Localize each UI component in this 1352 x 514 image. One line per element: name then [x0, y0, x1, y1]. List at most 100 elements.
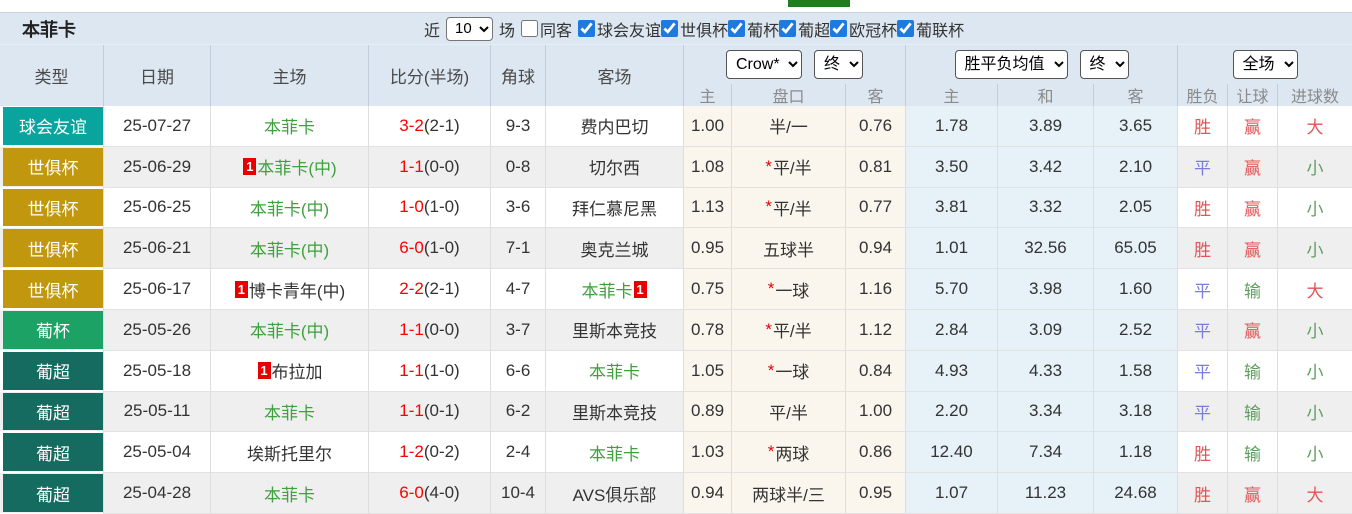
corners-cell: 7-1 — [490, 228, 545, 270]
odds-home-cell: 0.75 — [683, 269, 731, 310]
home-team-cell: 1 布拉加 — [210, 350, 368, 392]
competition-type-badge: 球会友谊 — [3, 107, 103, 145]
team-name: 本菲卡 — [264, 118, 315, 138]
avg-away-cell: 24.68 — [1093, 473, 1177, 514]
date-cell: 25-05-26 — [103, 309, 210, 351]
matches-label: 场 — [499, 22, 516, 40]
competition-checkbox-1[interactable] — [661, 20, 679, 37]
away-team-cell: 费内巴切 — [545, 106, 683, 147]
odds-home-cell: 1.03 — [683, 432, 731, 474]
away-team-cell: 奥克兰城 — [545, 228, 683, 270]
home-team-cell: 本菲卡(中) — [210, 187, 368, 229]
odds-away-cell: 1.00 — [845, 391, 905, 433]
competition-type-badge: 葡超 — [3, 474, 103, 512]
odds-home-cell: 1.05 — [683, 350, 731, 392]
corners-cell: 3-7 — [490, 309, 545, 351]
subcol-avg-draw: 和 — [997, 84, 1093, 106]
avg-home-cell: 3.50 — [905, 146, 997, 188]
result-wdl-cell: 胜 — [1177, 432, 1227, 474]
bookmaker-select[interactable]: Crow* — [726, 50, 802, 79]
result-goals-cell: 小 — [1277, 228, 1352, 270]
subcol-goals: 进球数 — [1277, 84, 1352, 106]
match-row: 葡超 25-04-28 本菲卡 6-0 (4-0) 10-4 AVS俱乐部 0.94 两球半/三… — [0, 473, 1352, 514]
competition-checkbox-0[interactable] — [578, 20, 596, 37]
team-name: 费内巴切 — [580, 118, 649, 138]
subcol-handicap: 盘口 — [731, 84, 845, 106]
team-name: 本菲卡 — [589, 363, 640, 383]
competition-type-cell: 世俱杯 — [0, 269, 103, 310]
avg-odds-select[interactable]: 胜平负均值 — [954, 50, 1068, 79]
filter-bar: 近 10 场 同客 球会友谊 世俱杯 葡杯 葡超 欧冠杯 葡联杯 — [424, 12, 964, 45]
competition-checkbox-4[interactable] — [830, 20, 848, 37]
avg-home-cell: 2.20 — [905, 391, 997, 433]
handicap-cell: * 平/半 — [731, 146, 845, 188]
competition-type-cell: 葡超 — [0, 392, 103, 433]
home-team-cell: 1 博卡青年(中) — [210, 269, 368, 310]
odds-time-select[interactable]: 终 — [814, 50, 863, 79]
avg-time-select[interactable]: 终 — [1079, 50, 1129, 79]
recent-count-select[interactable]: 10 — [446, 16, 494, 41]
odds-home-cell: 1.00 — [683, 106, 731, 147]
result-handicap-cell: 赢 — [1227, 106, 1277, 147]
result-goals-cell: 大 — [1277, 106, 1352, 147]
match-row: 世俱杯 25-06-29 1 本菲卡(中) 1-1 (0-0) 0-8 切尔西 1.08 * 平/半… — [0, 146, 1352, 188]
odds-home-cell: 1.08 — [683, 146, 731, 188]
handicap-cell: * 两球 — [731, 432, 845, 474]
score-cell: 1-1 (0-1) — [368, 391, 490, 433]
date-cell: 25-06-17 — [103, 269, 210, 310]
team-name: 拜仁慕尼黑 — [572, 199, 657, 219]
competition-checkbox-2[interactable] — [728, 20, 746, 37]
odds-away-cell: 0.95 — [845, 473, 905, 514]
home-team-cell: 本菲卡 — [210, 391, 368, 433]
near-label: 近 — [424, 22, 441, 40]
competition-type-badge: 世俱杯 — [3, 188, 103, 227]
avg-draw-cell: 3.89 — [997, 106, 1093, 147]
corners-cell: 10-4 — [490, 473, 545, 514]
date-cell: 25-05-11 — [103, 391, 210, 433]
odds-home-cell: 0.78 — [683, 309, 731, 351]
home-team-cell: 本菲卡(中) — [210, 228, 368, 270]
avg-home-cell: 4.93 — [905, 350, 997, 392]
corners-cell: 6-2 — [490, 391, 545, 433]
date-cell: 25-06-21 — [103, 228, 210, 270]
same-away-checkbox[interactable] — [521, 20, 539, 37]
handicap-cell: * 一球 — [731, 350, 845, 392]
match-row: 葡超 25-05-04 埃斯托里尔 1-2 (0-2) 2-4 本菲卡 1.03 * 两球 0.86… — [0, 432, 1352, 474]
result-wdl-cell: 平 — [1177, 391, 1227, 433]
col-header-home: 主场 — [210, 45, 368, 106]
col-header-score: 比分(半场) — [368, 45, 490, 106]
team-name: 本菲卡(中) — [249, 322, 330, 342]
handicap-cell: * 一球 — [731, 269, 845, 310]
scope-select[interactable]: 全场 — [1232, 50, 1298, 79]
date-cell: 25-07-27 — [103, 106, 210, 147]
corners-cell: 6-6 — [490, 350, 545, 392]
avg-away-cell: 1.18 — [1093, 432, 1177, 474]
result-handicap-cell: 输 — [1227, 350, 1277, 392]
subcol-handicap-result: 让球 — [1227, 84, 1277, 106]
odds-away-cell: 0.77 — [845, 187, 905, 229]
date-cell: 25-06-25 — [103, 187, 210, 229]
result-goals-cell: 小 — [1277, 309, 1352, 351]
subcol-odds-away: 客 — [845, 84, 905, 106]
result-goals-cell: 小 — [1277, 391, 1352, 433]
avg-draw-cell: 3.34 — [997, 391, 1093, 433]
competition-checkbox-3[interactable] — [779, 20, 797, 37]
away-team-cell: AVS俱乐部 — [545, 473, 683, 514]
result-handicap-cell: 赢 — [1227, 228, 1277, 270]
result-handicap-cell: 输 — [1227, 269, 1277, 310]
result-goals-cell: 小 — [1277, 432, 1352, 474]
top-strip — [0, 0, 1352, 12]
result-goals-cell: 大 — [1277, 473, 1352, 514]
competition-filters: 球会友谊 世俱杯 葡杯 葡超 欧冠杯 葡联杯 — [578, 17, 964, 41]
corners-cell: 0-8 — [490, 146, 545, 188]
handicap-cell: 五球半 — [731, 228, 845, 270]
score-cell: 1-1 (0-0) — [368, 309, 490, 351]
away-team-cell: 本菲卡 1 — [545, 269, 683, 310]
corners-cell: 4-7 — [490, 269, 545, 310]
avg-draw-cell: 3.98 — [997, 269, 1093, 310]
date-cell: 25-04-28 — [103, 473, 210, 514]
avg-away-cell: 3.65 — [1093, 106, 1177, 147]
competition-checkbox-5[interactable] — [897, 20, 915, 37]
team-match-history-panel: 本菲卡 近 10 场 同客 球会友谊 世俱杯 葡杯 葡超 欧冠杯 葡联杯 类型 日期 主场… — [0, 0, 1352, 514]
away-team-cell: 本菲卡 — [545, 432, 683, 474]
